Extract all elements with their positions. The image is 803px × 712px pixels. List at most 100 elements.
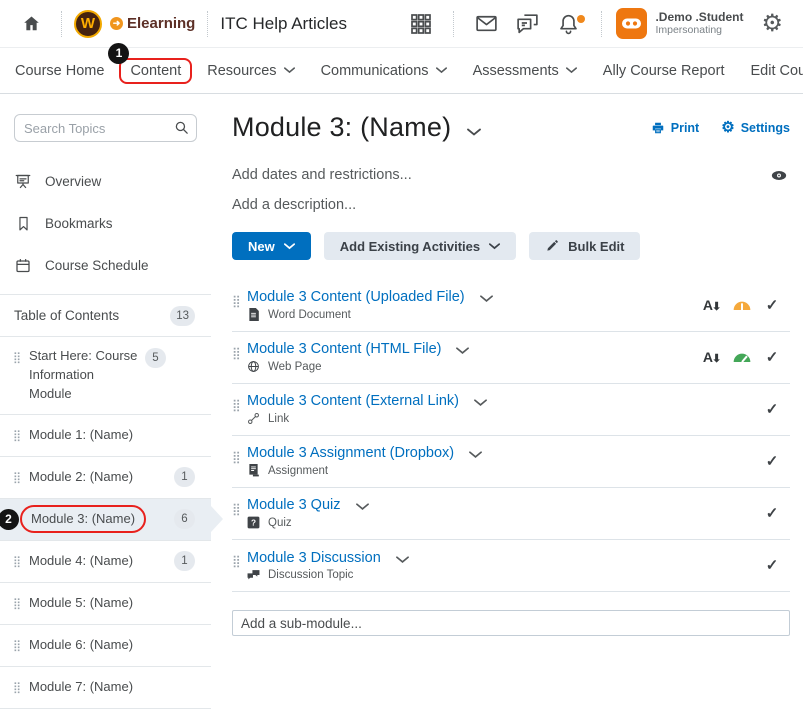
chat-icon[interactable] <box>507 11 548 36</box>
gear-icon: ⚙ <box>721 120 734 135</box>
sidebar-module-6[interactable]: ⣿ Module 6: (Name) <box>0 625 211 666</box>
home-icon[interactable] <box>14 14 49 33</box>
brand[interactable]: W ➜ Elearning <box>74 10 195 38</box>
ally-score-gauge-green-icon[interactable] <box>727 351 757 363</box>
divider <box>453 11 454 37</box>
sidebar-item-course-schedule[interactable]: Course Schedule <box>0 244 211 286</box>
item-title-link[interactable]: Module 3 Content (HTML File) <box>247 341 441 357</box>
sidebar-module-5[interactable]: ⣿ Module 5: (Name) <box>0 583 211 624</box>
add-submodule-input[interactable] <box>232 610 790 636</box>
completion-check-icon: ✓ <box>766 504 779 522</box>
search-input[interactable] <box>14 114 197 142</box>
settings-button[interactable]: ⚙ Settings <box>721 120 790 135</box>
new-button[interactable]: New <box>232 232 311 260</box>
bulk-edit-button[interactable]: Bulk Edit <box>529 232 640 260</box>
add-description[interactable]: Add a description... <box>232 197 356 213</box>
nav-communications[interactable]: Communications <box>321 63 447 79</box>
item-actions-chevron-icon[interactable] <box>456 347 469 355</box>
module-actions-chevron-icon[interactable] <box>467 128 481 137</box>
visibility-eye-icon[interactable] <box>770 169 788 182</box>
sidebar-item-bookmarks[interactable]: Bookmarks <box>0 202 211 244</box>
user-menu[interactable]: .Demo .Student Impersonating <box>616 8 743 39</box>
topic-count-badge: 1 <box>174 551 195 571</box>
drag-handle-icon[interactable]: ⣿ <box>13 597 29 610</box>
search-icon[interactable] <box>173 119 190 136</box>
sidebar-item-overview[interactable]: Overview <box>0 160 211 202</box>
item-title-link[interactable]: Module 3 Quiz <box>247 497 341 513</box>
svg-text:?: ? <box>251 518 256 527</box>
sidebar-module-3-selected[interactable]: ⣿ 2 Module 3: (Name) 6 <box>0 499 211 540</box>
drag-handle-icon[interactable]: ⣿ <box>232 450 247 464</box>
add-dates-restrictions[interactable]: Add dates and restrictions... <box>232 167 412 183</box>
accessible-formats-icon[interactable]: A⬇ <box>703 349 721 365</box>
content-item-html-file: ⣿ Module 3 Content (HTML File) Web Page <box>232 332 790 384</box>
item-title-link[interactable]: Module 3 Assignment (Dropbox) <box>247 445 454 461</box>
annotation-step-1: 1 <box>108 43 129 64</box>
drag-handle-icon[interactable]: ⣿ <box>232 346 247 360</box>
content-item-external-link: ⣿ Module 3 Content (External Link) Link <box>232 384 790 436</box>
item-type-label: Discussion Topic <box>268 569 353 581</box>
pencil-icon <box>545 239 559 253</box>
module-content-panel: Module 3: (Name) Print ⚙ Settings Add <box>211 94 803 712</box>
module-title: Module 3: (Name) <box>232 112 451 143</box>
annotation-step-2: 2 <box>0 509 19 530</box>
drag-handle-icon[interactable]: ⣿ <box>13 555 29 568</box>
nav-ally-course-report[interactable]: Ally Course Report <box>603 63 725 79</box>
add-existing-activities-button[interactable]: Add Existing Activities <box>324 232 516 260</box>
printer-icon <box>651 121 665 135</box>
drag-handle-icon[interactable]: ⣿ <box>13 471 29 484</box>
drag-handle-icon[interactable]: ⣿ <box>232 502 247 516</box>
notifications-bell-icon[interactable] <box>548 11 589 36</box>
sidebar-module-7[interactable]: ⣿ Module 7: (Name) <box>0 667 211 708</box>
drag-handle-icon[interactable]: ⣿ <box>13 639 29 652</box>
completion-check-icon: ✓ <box>766 348 779 366</box>
item-title-link[interactable]: Module 3 Content (External Link) <box>247 393 459 409</box>
discussion-icon <box>247 569 260 581</box>
app-grid-icon[interactable] <box>401 12 441 36</box>
chevron-down-icon <box>436 67 447 74</box>
content-item-assignment-dropbox: ⣿ Module 3 Assignment (Dropbox) Assignme… <box>232 436 790 488</box>
completion-check-icon: ✓ <box>766 452 779 470</box>
sidebar-module-2[interactable]: ⣿ Module 2: (Name) 1 <box>0 457 211 498</box>
overview-icon <box>14 172 32 191</box>
sidebar-module-1[interactable]: ⣿ Module 1: (Name) <box>0 415 211 456</box>
content-item-discussion: ⣿ Module 3 Discussion Discussion Topic <box>232 540 790 592</box>
nav-edit-course[interactable]: Edit Course <box>750 63 803 79</box>
topic-count-badge: 1 <box>174 467 195 487</box>
drag-handle-icon[interactable]: ⣿ <box>232 554 247 568</box>
drag-handle-icon[interactable]: ⣿ <box>13 681 29 694</box>
nav-resources[interactable]: Resources <box>207 63 294 79</box>
accessible-formats-icon[interactable]: A⬇ <box>703 297 721 313</box>
email-icon[interactable] <box>466 11 507 36</box>
sidebar-table-of-contents[interactable]: Table of Contents 13 <box>0 295 211 336</box>
drag-handle-icon[interactable]: ⣿ <box>13 351 29 364</box>
elearning-label: Elearning <box>127 15 195 32</box>
wmu-logo: W <box>74 10 102 38</box>
nav-content[interactable]: 1 Content <box>119 58 192 84</box>
sidebar-item-label: Bookmarks <box>45 216 113 231</box>
nav-assessments[interactable]: Assessments <box>473 63 577 79</box>
item-actions-chevron-icon[interactable] <box>396 556 409 564</box>
sidebar-module-start-here[interactable]: ⣿ Start Here: Course Information Module … <box>0 337 211 414</box>
sidebar-module-4[interactable]: ⣿ Module 4: (Name) 1 <box>0 541 211 582</box>
drag-handle-icon[interactable]: ⣿ <box>13 429 29 442</box>
gear-icon[interactable]: ⚙ <box>753 12 791 36</box>
drag-handle-icon[interactable]: ⣿ <box>232 398 247 412</box>
nav-course-home[interactable]: Course Home <box>15 63 104 79</box>
notification-dot <box>577 15 585 23</box>
ally-score-gauge-orange-icon[interactable] <box>727 299 757 311</box>
quiz-icon: ? <box>247 516 260 529</box>
item-actions-chevron-icon[interactable] <box>469 451 482 459</box>
item-type-label: Assignment <box>268 465 328 477</box>
print-button[interactable]: Print <box>651 120 699 135</box>
divider <box>601 11 602 37</box>
item-actions-chevron-icon[interactable] <box>474 399 487 407</box>
chevron-down-icon <box>566 67 577 74</box>
item-title-link[interactable]: Module 3 Discussion <box>247 550 381 566</box>
drag-handle-icon[interactable]: ⣿ <box>232 294 247 308</box>
item-title-link[interactable]: Module 3 Content (Uploaded File) <box>247 289 465 305</box>
user-name: .Demo .Student <box>655 11 743 25</box>
item-actions-chevron-icon[interactable] <box>356 503 369 511</box>
item-actions-chevron-icon[interactable] <box>480 295 493 303</box>
web-page-globe-icon <box>247 360 260 373</box>
